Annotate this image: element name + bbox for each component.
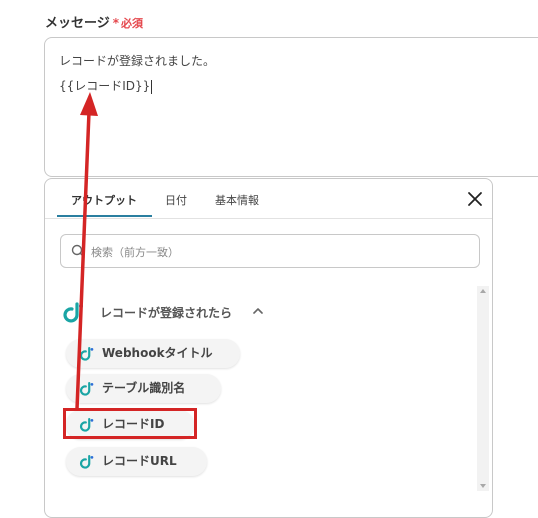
message-textarea[interactable]: レコードが登録されました。 {{レコードID}}: [44, 37, 538, 177]
tab-basic-info[interactable]: 基本情報: [215, 192, 259, 208]
chevron-up-icon[interactable]: [252, 306, 264, 316]
message-line-2: {{レコードID}}: [59, 77, 153, 94]
scroll-down-arrow-icon[interactable]: [480, 484, 486, 488]
picker-tabs: アウトプット 日付 基本情報: [45, 179, 492, 219]
close-icon[interactable]: [466, 190, 484, 208]
app-logo-icon: [63, 302, 83, 323]
message-line-1: レコードが登録されました。: [59, 54, 216, 68]
tab-date[interactable]: 日付: [165, 192, 187, 208]
output-item-label: テーブル識別名: [102, 381, 186, 395]
message-variable-text: {{レコードID}}: [59, 79, 151, 93]
scroll-up-arrow-icon[interactable]: [480, 289, 486, 293]
output-item-webhook-title[interactable]: Webhookタイトル: [66, 339, 240, 368]
app-logo-icon: [79, 381, 94, 396]
highlight-box: [63, 408, 197, 439]
message-label-text: メッセージ: [45, 16, 110, 31]
output-item-record-url[interactable]: レコードURL: [66, 447, 207, 476]
search-placeholder: 検索（前方一致）: [91, 246, 179, 259]
required-star: *: [112, 16, 120, 30]
app-logo-icon: [79, 346, 94, 361]
active-tab-underline: [57, 215, 152, 217]
text-caret: [151, 79, 153, 94]
tab-output[interactable]: アウトプット: [71, 192, 137, 208]
message-field-label: メッセージ * 必須: [45, 12, 143, 31]
output-item-label: Webhookタイトル: [102, 346, 213, 360]
search-input[interactable]: 検索（前方一致）: [60, 234, 480, 268]
section-title: レコードが登録されたら: [100, 306, 233, 320]
scrollbar[interactable]: [477, 286, 489, 491]
required-text: 必須: [121, 17, 144, 30]
output-item-table-identifier[interactable]: テーブル識別名: [66, 374, 221, 403]
app-logo-icon: [79, 454, 94, 469]
search-icon: [71, 244, 85, 258]
output-item-label: レコードURL: [102, 454, 177, 468]
